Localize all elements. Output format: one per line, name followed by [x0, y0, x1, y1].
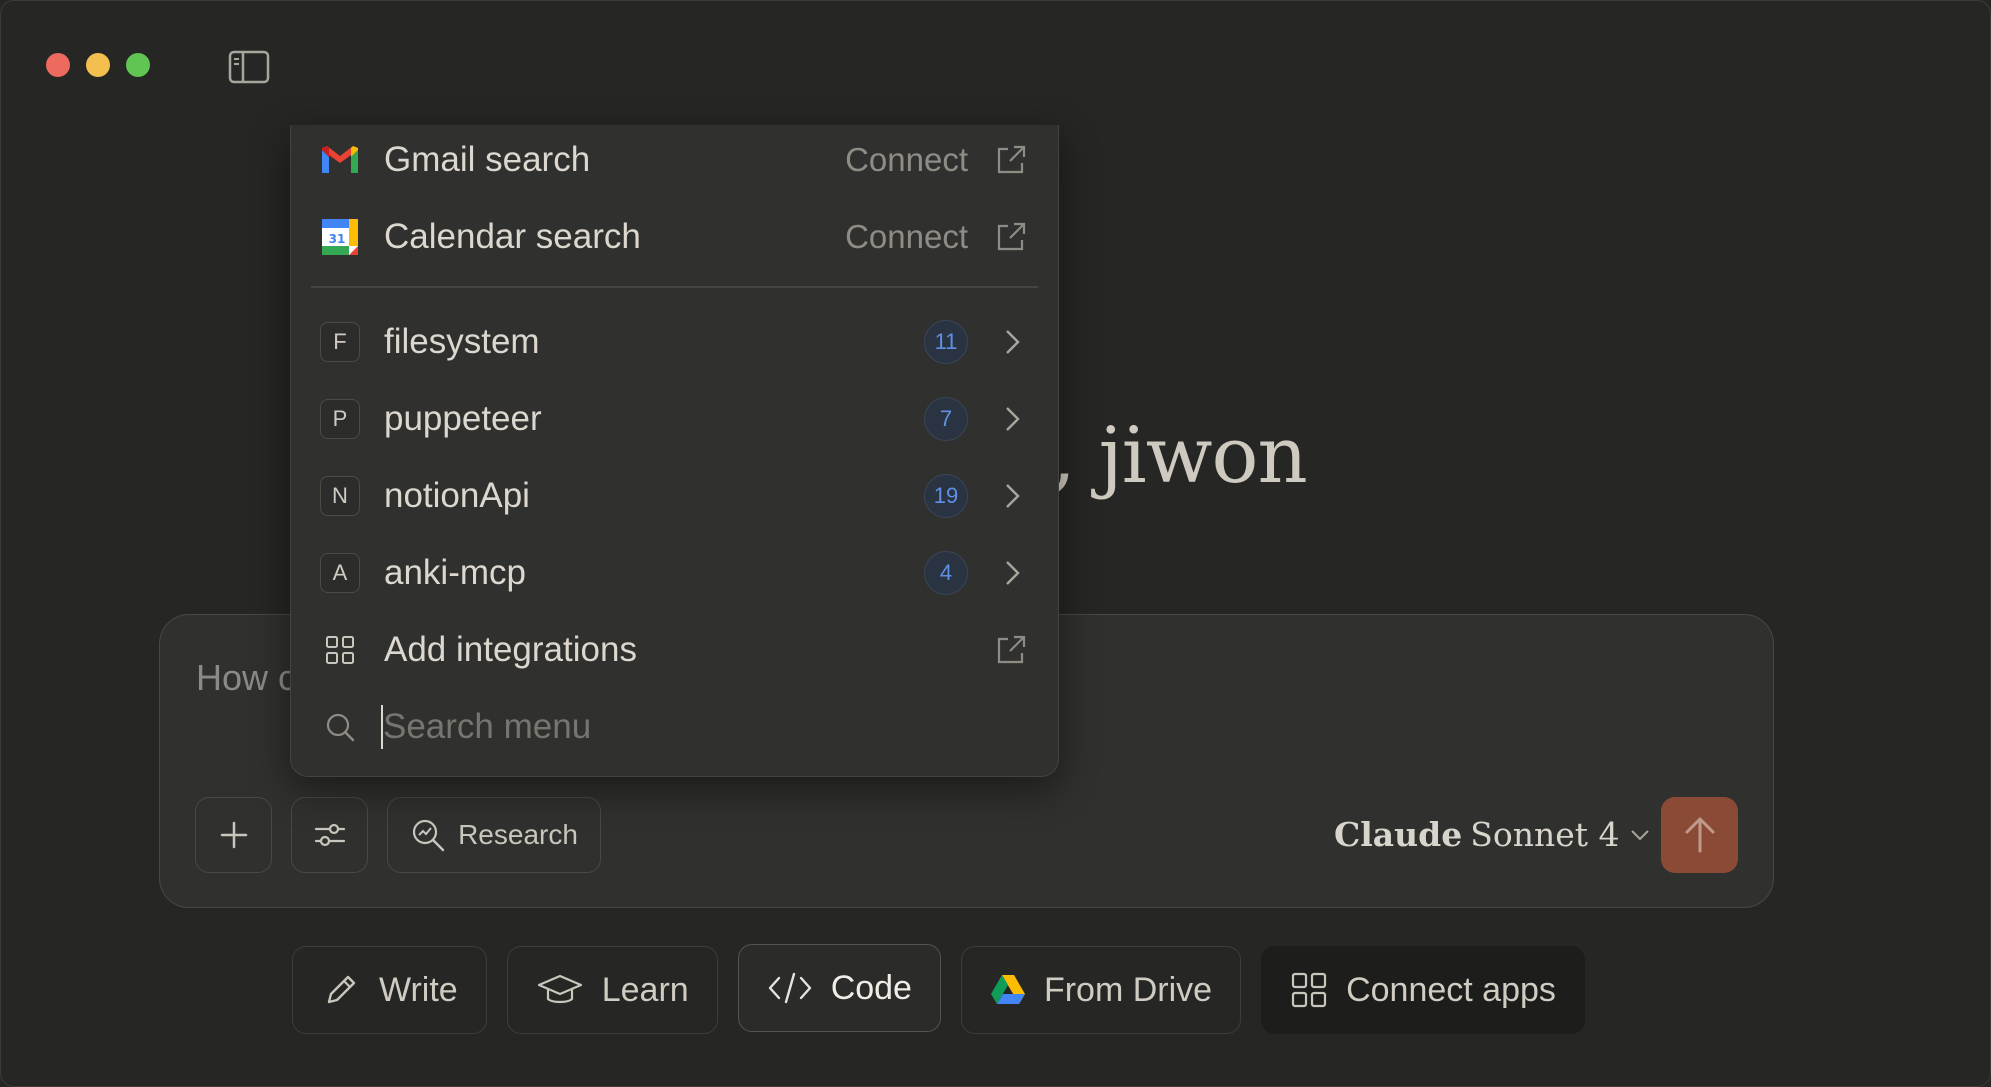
- pencil-icon: [327, 975, 356, 1004]
- model-brand: Claude: [1334, 815, 1463, 854]
- chevron-right-icon: [1006, 407, 1020, 431]
- suggestion-chips: Write Learn Code From Drive Connect apps: [292, 944, 1585, 1034]
- tools-menu-button[interactable]: [291, 797, 368, 873]
- learn-chip-label: Learn: [601, 970, 689, 1009]
- connect-apps-chip[interactable]: Connect apps: [1261, 946, 1585, 1034]
- menu-item-notionapi[interactable]: N notionApi 19: [291, 461, 1058, 531]
- menu-item-label: anki-mcp: [384, 553, 526, 592]
- grid-icon: [326, 636, 354, 664]
- write-chip[interactable]: Write: [292, 946, 487, 1034]
- message-input[interactable]: How c: [196, 657, 296, 699]
- add-attachment-button[interactable]: [195, 797, 272, 873]
- menu-divider: [311, 286, 1038, 288]
- chevron-right-icon: [1006, 484, 1020, 508]
- from-drive-chip[interactable]: From Drive: [960, 946, 1242, 1034]
- window-controls: [46, 53, 150, 77]
- chevron-down-icon: [1630, 829, 1649, 840]
- minimize-window-button[interactable]: [86, 53, 110, 77]
- connect-link[interactable]: Connect: [845, 218, 968, 256]
- external-link-icon: [997, 222, 1026, 251]
- menu-item-anki-mcp[interactable]: A anki-mcp 4: [291, 538, 1058, 608]
- menu-item-label: puppeteer: [384, 399, 542, 438]
- sidebar-toggle-icon[interactable]: [227, 49, 271, 85]
- graduation-cap-icon: [537, 974, 582, 1004]
- menu-item-add-integrations[interactable]: Add integrations: [291, 615, 1058, 685]
- chevron-right-icon: [1006, 330, 1020, 354]
- greeting-heading: , jiwon: [1051, 411, 1308, 501]
- menu-item-label: Add integrations: [384, 630, 637, 669]
- research-button[interactable]: Research: [387, 797, 601, 873]
- google-drive-icon: [990, 975, 1025, 1004]
- integration-letter-icon: A: [320, 553, 360, 593]
- model-selector[interactable]: Claude Sonnet 4: [1334, 815, 1652, 854]
- send-button[interactable]: [1661, 797, 1738, 873]
- tool-count-badge: 7: [924, 397, 968, 441]
- research-label: Research: [458, 819, 578, 850]
- tool-count-badge: 19: [924, 474, 968, 518]
- code-icon: [768, 972, 811, 1004]
- tools-dropdown-menu: Gmail search Connect 31 Calendar search …: [290, 125, 1059, 777]
- tool-count-badge: 11: [924, 320, 968, 364]
- chevron-right-icon: [1006, 561, 1020, 585]
- arrow-up-icon: [1685, 817, 1714, 853]
- integration-letter-icon: N: [320, 476, 360, 516]
- menu-search[interactable]: Search menu: [291, 692, 1058, 762]
- menu-item-gmail[interactable]: Gmail search Connect: [291, 125, 1058, 195]
- menu-item-label: Calendar search: [384, 217, 641, 256]
- integration-letter-icon: F: [320, 322, 360, 362]
- sliders-icon: [314, 823, 345, 847]
- integration-letter-icon: P: [320, 399, 360, 439]
- connect-apps-chip-label: Connect apps: [1346, 970, 1556, 1009]
- menu-item-label: notionApi: [384, 476, 530, 515]
- calendar-day: 31: [329, 232, 346, 246]
- menu-item-puppeteer[interactable]: P puppeteer 7: [291, 384, 1058, 454]
- external-link-icon: [997, 145, 1026, 174]
- write-chip-label: Write: [379, 970, 458, 1009]
- external-link-icon: [997, 635, 1026, 664]
- search-menu-input[interactable]: Search menu: [383, 707, 591, 747]
- search-icon: [326, 713, 355, 742]
- menu-item-label: Gmail search: [384, 140, 591, 179]
- code-chip-label: Code: [830, 968, 912, 1007]
- code-chip[interactable]: Code: [737, 944, 941, 1032]
- plus-icon: [220, 821, 247, 849]
- from-drive-chip-label: From Drive: [1043, 970, 1213, 1009]
- menu-item-filesystem[interactable]: F filesystem 11: [291, 307, 1058, 377]
- gmail-icon: [322, 146, 358, 173]
- menu-item-label: filesystem: [384, 322, 540, 361]
- menu-item-calendar[interactable]: 31 Calendar search Connect: [291, 202, 1058, 272]
- grid-icon: [1291, 972, 1327, 1008]
- google-calendar-icon: 31: [322, 219, 358, 255]
- app-window: , jiwon How c Research Claude Sonnet 4 W…: [0, 0, 1991, 1087]
- learn-chip[interactable]: Learn: [506, 946, 718, 1034]
- research-icon: [412, 819, 445, 852]
- connect-link[interactable]: Connect: [845, 141, 968, 179]
- model-name: Sonnet 4: [1470, 815, 1620, 854]
- tool-count-badge: 4: [924, 551, 968, 595]
- close-window-button[interactable]: [46, 53, 70, 77]
- maximize-window-button[interactable]: [126, 53, 150, 77]
